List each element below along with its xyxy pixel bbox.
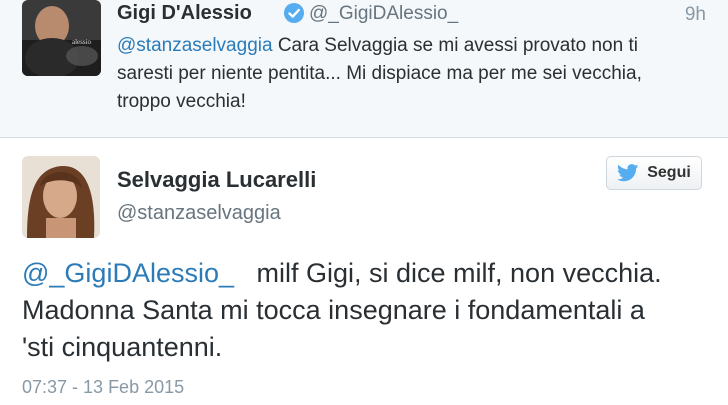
- author-handle[interactable]: @stanzaselvaggia: [117, 202, 281, 225]
- author-handle[interactable]: @_GigiDAlessio_: [309, 3, 458, 25]
- svg-text:alessio: alessio: [72, 38, 92, 46]
- tweet-text: @stanzaselvaggia Cara Selvaggia se mi av…: [117, 32, 687, 116]
- author-name[interactable]: Selvaggia Lucarelli: [117, 167, 316, 193]
- mention-link[interactable]: @_GigiDAlessio_: [22, 258, 234, 288]
- follow-label: Segui: [647, 164, 691, 181]
- tweet-time[interactable]: 9h: [685, 4, 706, 26]
- author-name[interactable]: Gigi D'Alessio: [117, 2, 252, 25]
- tweet-text: @_GigiDAlessio_ milf Gigi, si dice milf,…: [22, 255, 662, 366]
- verified-badge-icon: [284, 3, 304, 23]
- tweet-timestamp[interactable]: 07:37 - 13 Feb 2015: [22, 377, 184, 398]
- selvaggia-avatar[interactable]: [22, 156, 100, 238]
- twitter-bird-icon: [617, 164, 639, 182]
- gigi-avatar[interactable]: alessio: [22, 0, 101, 76]
- reply-tweet: alessio Gigi D'Alessio @_GigiDAlessio_ 9…: [0, 0, 728, 138]
- mention-link[interactable]: @stanzaselvaggia: [117, 35, 273, 56]
- follow-button[interactable]: Segui: [606, 156, 702, 190]
